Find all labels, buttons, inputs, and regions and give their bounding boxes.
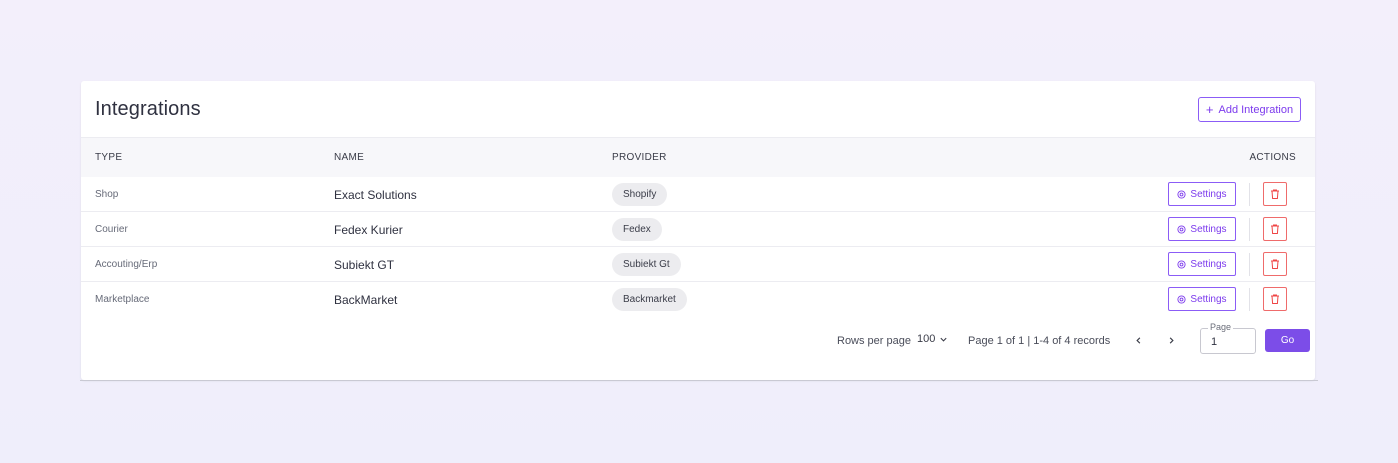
action-divider bbox=[1249, 218, 1250, 241]
table-row: Accouting/Erp Subiekt GT Subiekt Gt Sett… bbox=[81, 247, 1315, 282]
row-name: Subiekt GT bbox=[334, 258, 395, 272]
trash-icon bbox=[1271, 224, 1279, 234]
rows-per-page-select[interactable]: 100 bbox=[917, 333, 948, 345]
table-row: Courier Fedex Kurier Fedex Settings bbox=[81, 212, 1315, 247]
column-header-provider: PROVIDER bbox=[612, 152, 667, 163]
settings-button[interactable]: Settings bbox=[1168, 252, 1236, 276]
delete-button[interactable] bbox=[1263, 287, 1287, 311]
provider-badge: Subiekt Gt bbox=[612, 253, 681, 276]
add-integration-button[interactable]: + Add Integration bbox=[1198, 97, 1301, 122]
provider-badge: Fedex bbox=[612, 218, 662, 241]
settings-icon bbox=[1177, 294, 1186, 304]
column-header-actions: ACTIONS bbox=[1249, 152, 1296, 163]
column-header-type: TYPE bbox=[95, 152, 123, 163]
trash-icon bbox=[1271, 259, 1279, 269]
settings-icon bbox=[1177, 259, 1186, 269]
row-type: Shop bbox=[95, 189, 119, 200]
chevron-down-icon bbox=[940, 337, 947, 342]
row-name: BackMarket bbox=[334, 293, 398, 307]
card-header: Integrations + Add Integration bbox=[81, 81, 1315, 138]
add-integration-label: Add Integration bbox=[1218, 103, 1294, 116]
page-info: Page 1 of 1 | 1-4 of 4 records bbox=[968, 335, 1111, 347]
row-name: Exact Solutions bbox=[334, 188, 417, 202]
table-row: Shop Exact Solutions Shopify Settings bbox=[81, 177, 1315, 212]
rows-per-page-label: Rows per page bbox=[837, 335, 911, 347]
next-page-button[interactable] bbox=[1164, 333, 1178, 347]
delete-button[interactable] bbox=[1263, 217, 1287, 241]
plus-icon: + bbox=[1205, 102, 1214, 117]
settings-label: Settings bbox=[1190, 293, 1227, 305]
trash-icon bbox=[1271, 189, 1279, 199]
table-header: TYPE NAME PROVIDER ACTIONS bbox=[81, 138, 1315, 177]
row-type: Courier bbox=[95, 224, 128, 235]
page-title: Integrations bbox=[95, 98, 201, 120]
row-type: Marketplace bbox=[95, 294, 150, 305]
row-type: Accouting/Erp bbox=[95, 259, 158, 270]
delete-button[interactable] bbox=[1263, 182, 1287, 206]
integrations-card: Integrations + Add Integration TYPE NAME… bbox=[81, 81, 1315, 380]
provider-badge: Shopify bbox=[612, 183, 668, 206]
action-divider bbox=[1249, 288, 1250, 311]
column-header-name: NAME bbox=[334, 152, 365, 163]
action-divider bbox=[1249, 183, 1250, 206]
action-divider bbox=[1249, 253, 1250, 276]
trash-icon bbox=[1271, 294, 1279, 304]
settings-label: Settings bbox=[1190, 258, 1227, 270]
settings-label: Settings bbox=[1190, 188, 1227, 200]
settings-icon bbox=[1177, 224, 1186, 234]
provider-badge: Backmarket bbox=[612, 288, 687, 311]
row-name: Fedex Kurier bbox=[334, 223, 403, 237]
table-row: Marketplace BackMarket Backmarket Settin… bbox=[81, 282, 1315, 317]
page-field-label: Page bbox=[1208, 322, 1234, 332]
page-number-input[interactable] bbox=[1211, 336, 1251, 348]
settings-button[interactable]: Settings bbox=[1168, 182, 1236, 206]
page-number-field[interactable]: Page bbox=[1200, 322, 1256, 354]
rows-per-page-value: 100 bbox=[917, 333, 936, 345]
settings-label: Settings bbox=[1190, 223, 1227, 235]
settings-icon bbox=[1177, 189, 1186, 199]
delete-button[interactable] bbox=[1263, 252, 1287, 276]
previous-page-button[interactable] bbox=[1131, 333, 1145, 347]
card-divider bbox=[80, 380, 1318, 381]
chevron-right-icon bbox=[1169, 336, 1174, 344]
chevron-left-icon bbox=[1135, 336, 1140, 344]
settings-button[interactable]: Settings bbox=[1168, 217, 1236, 241]
go-button[interactable]: Go bbox=[1265, 329, 1310, 352]
settings-button[interactable]: Settings bbox=[1168, 287, 1236, 311]
